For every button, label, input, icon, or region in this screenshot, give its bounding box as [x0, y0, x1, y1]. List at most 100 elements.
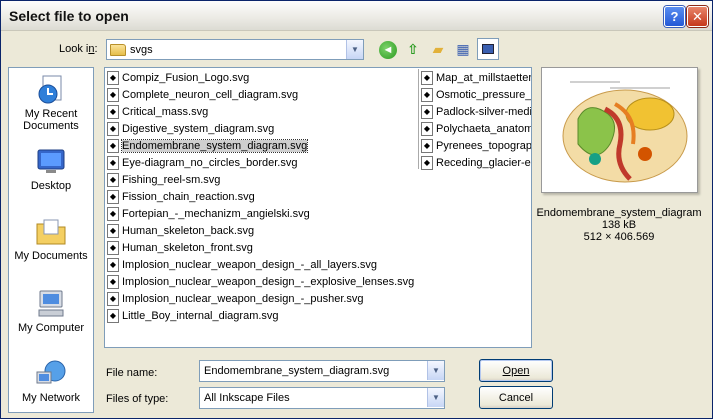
open-button[interactable]: Open — [479, 359, 553, 382]
file-type-label: Files of type: — [106, 393, 169, 405]
file-name: Fission_chain_reaction.svg — [122, 190, 255, 203]
place-my-network[interactable]: My Network — [9, 358, 93, 404]
file-item[interactable]: ◆ Fortepian_-_mechanizm_angielski.svg — [107, 205, 419, 222]
place-my-documents[interactable]: My Documents — [9, 216, 93, 262]
preview-dimensions: 512 × 406.569 — [583, 231, 655, 243]
inkscape-file-icon: ◆ — [421, 87, 433, 102]
inkscape-file-icon: ◆ — [107, 155, 119, 170]
file-item[interactable]: ◆ Implosion_nuclear_weapon_design_-_pushe… — [107, 290, 419, 307]
views-icon: ▦ — [456, 40, 470, 57]
inkscape-file-icon: ◆ — [107, 240, 119, 255]
file-name: Human_skeleton_back.svg — [122, 224, 255, 237]
back-button[interactable]: ◄ — [377, 38, 399, 60]
file-item[interactable]: ◆ Human_skeleton_back.svg — [107, 222, 419, 239]
file-name: Implosion_nuclear_weapon_design_-_explos… — [122, 275, 415, 288]
place-label-desktop: Desktop — [30, 180, 72, 192]
file-name: Implosion_nuclear_weapon_design_-_all_la… — [122, 258, 377, 271]
file-name: Implosion_nuclear_weapon_design_-_pusher… — [122, 292, 364, 305]
file-item[interactable]: ◆ Osmotic_pressure_c — [421, 86, 531, 103]
place-my-computer[interactable]: My Computer — [9, 288, 93, 334]
inkscape-file-icon: ◆ — [107, 87, 119, 102]
file-name: Osmotic_pressure_c — [436, 88, 531, 101]
file-name: Compiz_Fusion_Logo.svg — [122, 71, 250, 84]
cancel-button-label: Cancel — [498, 391, 534, 404]
file-name: Receding_glacier-en — [436, 156, 531, 169]
file-item[interactable]: ◆ Fission_chain_reaction.svg — [107, 188, 419, 205]
file-item[interactable]: ◆ Map_at_millstaetter — [421, 69, 531, 86]
file-name: Fortepian_-_mechanizm_angielski.svg — [122, 207, 310, 220]
chevron-down-icon[interactable]: ▼ — [427, 361, 444, 380]
look-in-dropdown[interactable]: svgs ▼ — [106, 39, 364, 60]
file-item[interactable]: ◆ Compiz_Fusion_Logo.svg — [107, 69, 419, 86]
file-name: Human_skeleton_front.svg — [122, 241, 253, 254]
file-name: Endomembrane_system_diagram.svg — [120, 138, 309, 153]
chevron-down-icon[interactable]: ▼ — [427, 388, 444, 407]
place-desktop[interactable]: Desktop — [9, 146, 93, 192]
file-item-selected[interactable]: ◆ Endomembrane_system_diagram.svg — [107, 137, 419, 154]
preview-file-name: Endomembrane_system_diagram — [536, 207, 702, 219]
inkscape-file-icon: ◆ — [107, 70, 119, 85]
up-folder-icon: ⇧ — [407, 40, 419, 57]
inkscape-file-icon: ◆ — [421, 121, 433, 136]
file-name: Complete_neuron_cell_diagram.svg — [122, 88, 299, 101]
inkscape-file-icon: ◆ — [107, 308, 119, 323]
chevron-down-icon[interactable]: ▼ — [346, 40, 363, 59]
place-label-recent: My Recent Documents — [23, 108, 79, 132]
close-button[interactable]: ✕ — [687, 6, 708, 27]
preview-icon — [482, 44, 494, 54]
file-item[interactable]: ◆ Padlock-silver-mediu — [421, 103, 531, 120]
file-name-combo[interactable]: ▼ — [199, 360, 445, 382]
file-name-label: File name: — [106, 367, 158, 379]
inkscape-file-icon: ◆ — [107, 223, 119, 238]
file-list-column-2: ◆ Map_at_millstaetter ◆ Osmotic_pressure_c… — [421, 69, 531, 171]
file-item[interactable]: ◆ Human_skeleton_front.svg — [107, 239, 419, 256]
file-item[interactable]: ◆ Critical_mass.svg — [107, 103, 419, 120]
place-recent-documents[interactable]: My Recent Documents — [9, 74, 93, 132]
file-item[interactable]: ◆ Eye-diagram_no_circles_border.svg — [107, 154, 419, 171]
up-folder-button[interactable]: ⇧ — [402, 38, 424, 60]
inkscape-file-icon: ◆ — [107, 206, 119, 221]
preview-file-size: 138 kB — [601, 219, 637, 231]
file-name: Polychaeta_anatom — [436, 122, 531, 135]
inkscape-file-icon: ◆ — [107, 172, 119, 187]
place-label-computer: My Computer — [17, 322, 85, 334]
file-item[interactable]: ◆ Pyrenees_topograp — [421, 137, 531, 154]
open-button-label: Open — [502, 364, 530, 377]
file-item[interactable]: ◆ Digestive_system_diagram.svg — [107, 120, 419, 137]
folder-icon — [110, 43, 126, 56]
file-item[interactable]: ◆ Polychaeta_anatom — [421, 120, 531, 137]
my-computer-icon — [38, 290, 64, 317]
inkscape-file-icon: ◆ — [421, 70, 433, 85]
back-arrow-icon: ◄ — [379, 41, 397, 59]
file-name: Padlock-silver-mediu — [436, 105, 531, 118]
navigation-toolbar: ◄ ⇧ ▰ ▦ — [377, 38, 499, 60]
views-menu-button[interactable]: ▦ — [452, 38, 474, 60]
file-type-dropdown[interactable]: All Inkscape Files ▼ — [199, 387, 445, 409]
title-bar[interactable]: Select file to open ? ✕ — [1, 1, 712, 31]
look-in-label: Look in: — [59, 43, 98, 55]
inkscape-file-icon: ◆ — [421, 104, 433, 119]
file-item[interactable]: ◆ Receding_glacier-en — [421, 154, 531, 171]
places-bar: My Recent Documents Desktop My Documents — [8, 67, 94, 413]
file-item[interactable]: ◆ Implosion_nuclear_weapon_design_-_all_l… — [107, 256, 419, 273]
help-button[interactable]: ? — [664, 6, 685, 27]
preview-toggle-button[interactable] — [477, 38, 499, 60]
inkscape-file-icon: ◆ — [107, 189, 119, 204]
look-in-label-start: Look i — [59, 43, 89, 55]
file-item[interactable]: ◆ Little_Boy_internal_diagram.svg — [107, 307, 419, 324]
new-folder-button[interactable]: ▰ — [427, 38, 449, 60]
inkscape-file-icon: ◆ — [107, 291, 119, 306]
file-name: Fishing_reel-sm.svg — [122, 173, 221, 186]
file-item[interactable]: ◆ Fishing_reel-sm.svg — [107, 171, 419, 188]
file-type-value: All Inkscape Files — [204, 392, 290, 404]
file-item[interactable]: ◆ Complete_neuron_cell_diagram.svg — [107, 86, 419, 103]
file-list-column-1: ◆ Compiz_Fusion_Logo.svg ◆ Complete_neuron… — [107, 69, 419, 324]
file-name-input[interactable] — [204, 365, 424, 377]
file-name: Eye-diagram_no_circles_border.svg — [122, 156, 298, 169]
place-label-network: My Network — [21, 392, 81, 404]
file-list[interactable]: ◆ Compiz_Fusion_Logo.svg ◆ Complete_neuron… — [104, 67, 532, 348]
new-folder-icon: ▰ — [432, 40, 444, 57]
cancel-button[interactable]: Cancel — [479, 386, 553, 409]
file-item[interactable]: ◆ Implosion_nuclear_weapon_design_-_explo… — [107, 273, 419, 290]
place-label-documents: My Documents — [14, 250, 88, 262]
